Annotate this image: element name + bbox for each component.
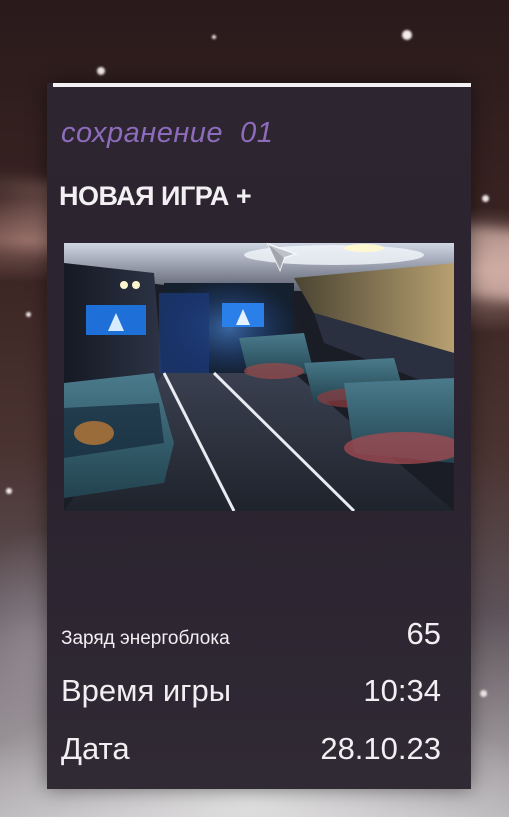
spaceship-cabin-interior-preview — [64, 243, 454, 511]
playtime-stat-row: Время игры 10:34 — [61, 673, 441, 709]
star — [402, 30, 412, 40]
date-stat-row: Дата 28.10.23 — [61, 731, 441, 767]
date-value: 28.10.23 — [320, 731, 441, 766]
star — [480, 690, 487, 697]
star — [482, 195, 489, 202]
star — [26, 312, 31, 317]
game-mode-title: НОВАЯ ИГРА + — [59, 181, 252, 211]
energy-stat-row: Заряд энергоблока 65 — [61, 616, 441, 652]
star — [212, 35, 216, 39]
energy-label: Заряд энергоблока — [61, 628, 230, 649]
save-slot-label: сохранение 01 — [61, 117, 274, 149]
energy-value: 65 — [406, 616, 441, 651]
playtime-value: 10:34 — [363, 673, 441, 708]
date-label: Дата — [61, 731, 130, 766]
arrow-cursor-icon — [266, 242, 300, 276]
star — [6, 488, 12, 494]
save-slot-card[interactable]: сохранение 01 НОВАЯ ИГРА + Заряд энергоб… — [47, 83, 471, 789]
playtime-label: Время игры — [61, 673, 232, 708]
card-top-highlight — [53, 83, 471, 87]
save-screenshot-image — [64, 243, 454, 511]
star — [97, 67, 105, 75]
